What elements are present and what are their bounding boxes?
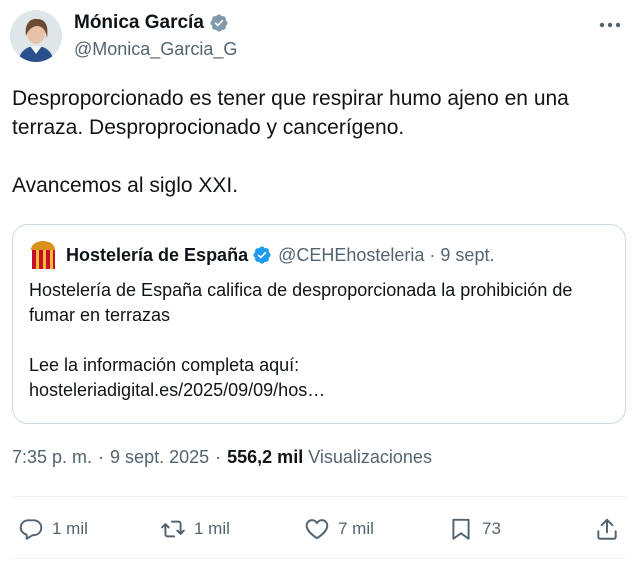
author-name[interactable]: Mónica García xyxy=(74,12,204,34)
repost-button[interactable]: 1 mil xyxy=(160,506,230,552)
repost-icon xyxy=(161,520,185,538)
avatar-image xyxy=(10,10,62,62)
author-handle[interactable]: @Monica_Garcia_G xyxy=(74,39,237,60)
quoted-verified-badge-icon[interactable] xyxy=(252,245,272,265)
action-bar: 1 mil 1 mil 7 mil 73 xyxy=(0,506,637,552)
bookmark-count: 73 xyxy=(482,519,501,538)
bookmark-button[interactable]: 73 xyxy=(448,506,501,552)
quoted-date[interactable]: 9 sept. xyxy=(440,245,494,266)
quoted-separator: · xyxy=(429,244,436,265)
more-dots-icon xyxy=(599,22,621,28)
repost-count: 1 mil xyxy=(194,519,230,538)
author-name-row: Mónica García xyxy=(74,12,229,34)
quoted-author-handle[interactable]: @CEHEhosteleria xyxy=(278,245,424,266)
avatar[interactable] xyxy=(10,10,62,62)
views-label: Visualizaciones xyxy=(308,447,432,467)
divider-top xyxy=(12,496,626,497)
reply-icon xyxy=(19,519,43,540)
tweet-meta: 7:35 p. m. · 9 sept. 2025 · 556,2 mil Vi… xyxy=(12,447,432,468)
share-button[interactable] xyxy=(594,506,628,552)
like-count: 7 mil xyxy=(338,519,374,538)
tweet-date[interactable]: 9 sept. 2025 xyxy=(110,447,209,468)
meta-separator: · xyxy=(98,447,105,467)
hosteleria-logo-icon xyxy=(31,241,55,269)
quoted-tweet-text: Hostelería de España califica de desprop… xyxy=(29,280,573,400)
reply-count: 1 mil xyxy=(52,519,88,538)
verified-badge-icon[interactable] xyxy=(209,13,229,33)
like-button[interactable]: 7 mil xyxy=(304,506,374,552)
tweet-text: Desproporcionado es tener que respirar h… xyxy=(12,87,569,197)
divider-bottom xyxy=(12,558,626,559)
reply-button[interactable]: 1 mil xyxy=(18,506,88,552)
quoted-author-name[interactable]: Hostelería de España xyxy=(66,245,248,266)
bookmark-icon xyxy=(452,518,470,540)
tweet-header: Mónica García @Monica_Garcia_G xyxy=(10,10,627,66)
quoted-tweet-header: Hostelería de España @CEHEhosteleria · 9… xyxy=(29,240,494,270)
share-icon xyxy=(597,518,617,540)
heart-icon xyxy=(305,519,329,540)
quoted-tweet[interactable]: Hostelería de España @CEHEhosteleria · 9… xyxy=(12,224,626,424)
meta-separator-2: · xyxy=(215,447,222,467)
tweet-time[interactable]: 7:35 p. m. xyxy=(12,447,92,468)
views-count: 556,2 mil xyxy=(227,447,304,467)
more-options-button[interactable] xyxy=(597,12,623,38)
